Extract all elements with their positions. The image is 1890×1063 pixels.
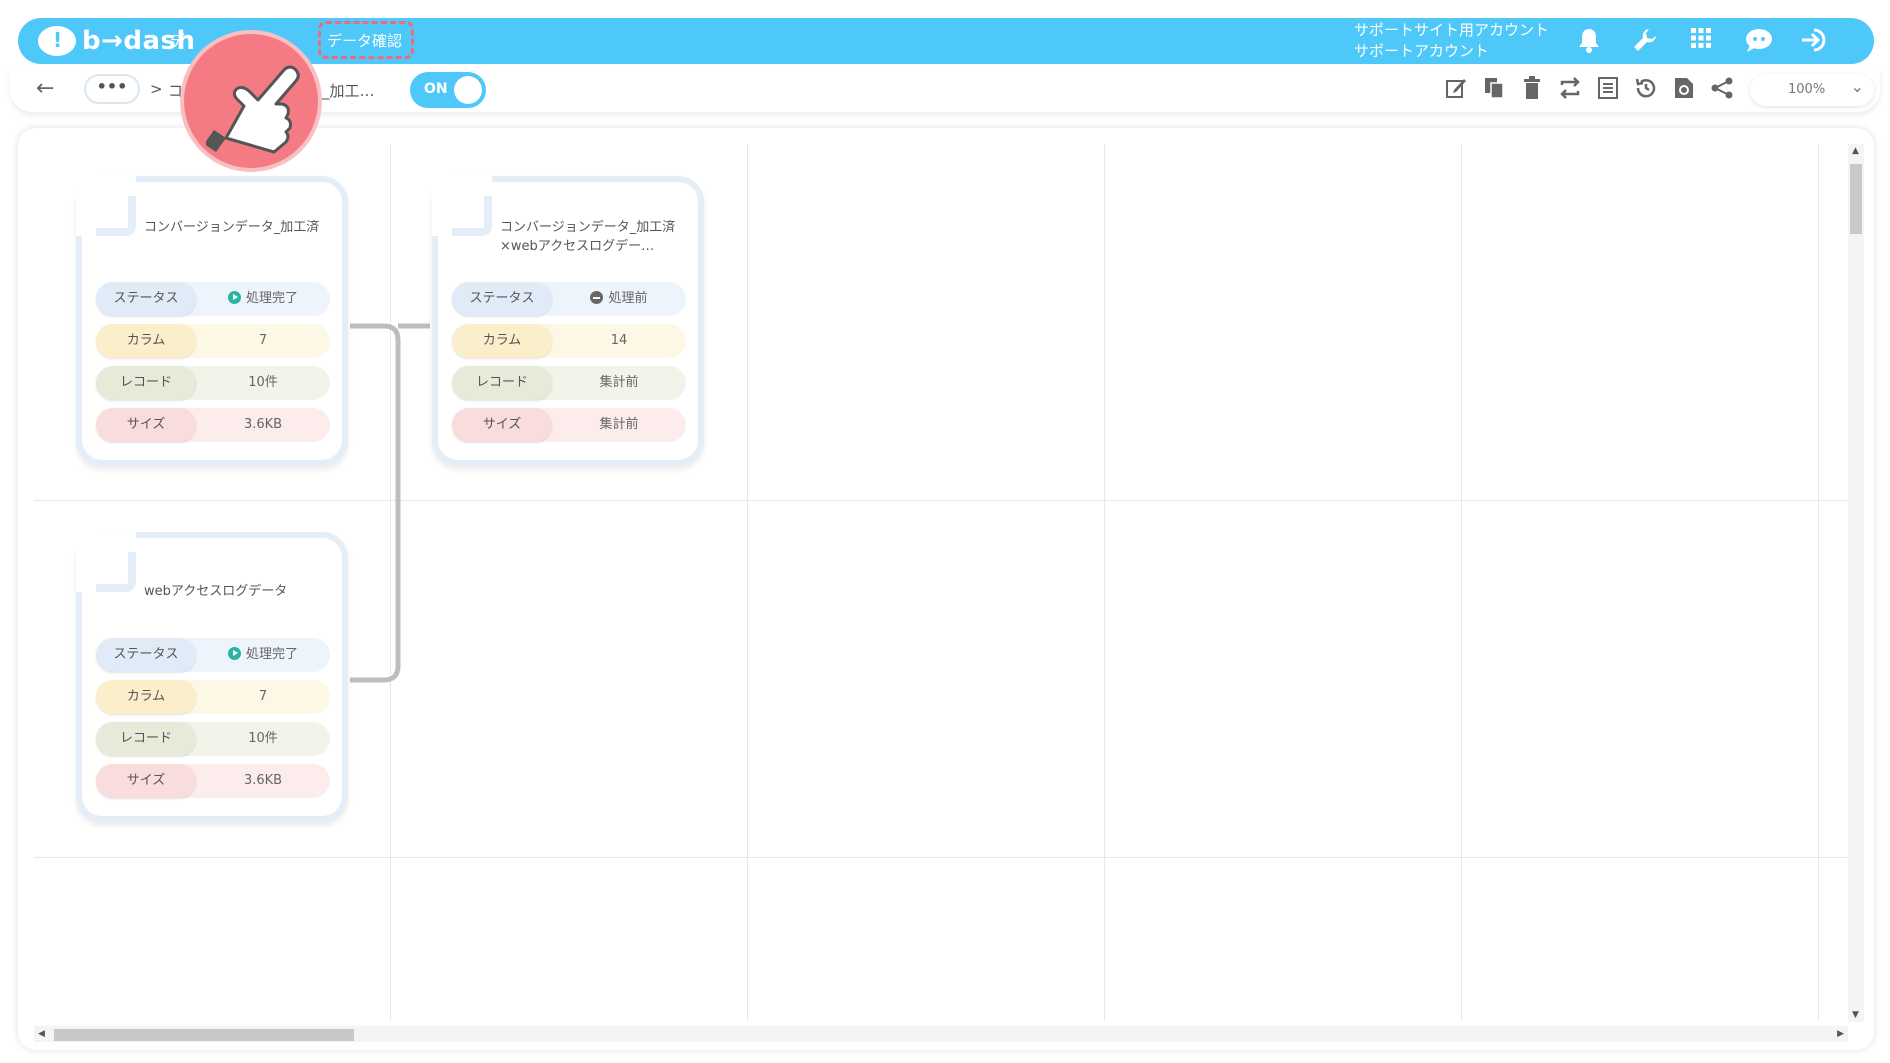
node-record-row: レコード 10件 — [96, 366, 330, 400]
columns-value: 14 — [610, 333, 628, 348]
size-value: 3.6KB — [243, 417, 283, 432]
status-label: ステータス — [96, 638, 196, 672]
node-corner-icon — [452, 196, 492, 236]
apps-grid-icon[interactable] — [1686, 27, 1716, 55]
back-arrow-icon[interactable]: ← — [36, 76, 54, 101]
status-value: 処理前 — [552, 282, 686, 316]
status-label: ステータス — [452, 282, 552, 316]
records-label: レコード — [452, 366, 552, 400]
size-label: サイズ — [452, 408, 552, 442]
size-value: 集計前 — [599, 417, 639, 432]
node-title: コンバージョンデータ_加工済 — [144, 220, 320, 235]
menu-item-data-check[interactable]: データ確認 — [327, 30, 402, 51]
node-status-row: ステータス 処理前 — [452, 282, 686, 316]
toggle-knob — [454, 76, 482, 104]
account-subname: サポートアカウント — [1354, 42, 1490, 60]
history-icon[interactable] — [1632, 76, 1660, 104]
pointer-hand-badge — [180, 30, 322, 172]
status-value: 処理完了 — [196, 638, 330, 672]
scroll-up-arrow-icon[interactable]: ▲ — [1852, 146, 1859, 156]
reload-icon[interactable] — [1670, 76, 1698, 104]
breadcrumb-more-button[interactable]: ••• — [84, 74, 140, 104]
node-corner-icon — [96, 552, 136, 592]
scroll-left-arrow-icon[interactable]: ◀ — [38, 1029, 45, 1039]
scroll-right-arrow-icon[interactable]: ▶ — [1837, 1029, 1844, 1039]
breadcrumb-separator: > — [150, 80, 163, 98]
node-status-row: ステータス 処理完了 — [96, 282, 330, 316]
on-off-toggle[interactable]: ON — [410, 72, 486, 108]
wrench-icon[interactable] — [1630, 27, 1660, 55]
node-column-row: カラム 7 — [96, 324, 330, 358]
records-value: 10件 — [248, 375, 278, 390]
bell-icon[interactable] — [1574, 27, 1604, 55]
node-column-row: カラム 7 — [96, 680, 330, 714]
data-node-card[interactable]: webアクセスログデータ ステータス 処理完了 カラム 7 レコード 10件 サ… — [76, 532, 348, 822]
pointing-hand-icon — [206, 65, 300, 154]
status-text: 処理完了 — [245, 291, 298, 306]
node-record-row: レコード 集計前 — [452, 366, 686, 400]
account-info[interactable]: サポートサイト用アカウント サポートアカウント — [1354, 20, 1549, 62]
columns-value: 7 — [258, 689, 268, 704]
node-title: webアクセスログデータ — [144, 584, 288, 599]
columns-label: カラム — [452, 324, 552, 358]
play-circle-icon — [227, 647, 241, 660]
data-node-card[interactable]: コンバージョンデータ_加工済 ステータス 処理完了 カラム 7 レコード 10件… — [76, 176, 348, 466]
node-corner-icon — [96, 196, 136, 236]
zoom-select[interactable]: 100% ⌄ — [1750, 74, 1874, 106]
trash-icon[interactable] — [1518, 76, 1546, 104]
status-label: ステータス — [96, 282, 196, 316]
logout-icon[interactable] — [1800, 27, 1830, 55]
node-status-row: ステータス 処理完了 — [96, 638, 330, 672]
breadcrumb-current: _加工… — [322, 82, 375, 100]
swap-icon[interactable] — [1556, 76, 1584, 104]
records-value: 10件 — [248, 731, 278, 746]
node-record-row: レコード 10件 — [96, 722, 330, 756]
columns-label: カラム — [96, 324, 196, 358]
minus-circle-icon — [590, 291, 604, 304]
menu-item-partial[interactable]: デ — [170, 30, 185, 51]
size-value: 3.6KB — [243, 773, 283, 788]
list-icon[interactable] — [1594, 76, 1622, 104]
zoom-value: 100% — [1788, 82, 1826, 97]
toggle-label: ON — [424, 81, 448, 97]
columns-label: カラム — [96, 680, 196, 714]
columns-value: 7 — [258, 333, 268, 348]
vertical-scrollbar[interactable]: ▲ ▼ — [1848, 144, 1864, 1022]
status-value: 処理完了 — [196, 282, 330, 316]
horizontal-scrollbar[interactable]: ◀ ▶ — [34, 1026, 1848, 1042]
workflow-canvas[interactable]: コンバージョンデータ_加工済 ステータス 処理完了 カラム 7 レコード 10件… — [18, 128, 1874, 1050]
status-text: 処理完了 — [245, 647, 298, 662]
scroll-down-arrow-icon[interactable]: ▼ — [1852, 1010, 1859, 1020]
node-column-row: カラム 14 — [452, 324, 686, 358]
records-value: 集計前 — [599, 375, 639, 390]
data-node-card[interactable]: コンバージョンデータ_加工済×webアクセスログデー… ステータス 処理前 カラ… — [432, 176, 704, 466]
chat-bot-icon[interactable] — [1744, 27, 1774, 55]
records-label: レコード — [96, 722, 196, 756]
chevron-down-icon: ⌄ — [1850, 77, 1864, 96]
node-size-row: サイズ 3.6KB — [96, 764, 330, 798]
logo-bubble-icon — [38, 26, 76, 56]
vertical-scroll-thumb[interactable] — [1850, 164, 1862, 234]
play-circle-icon — [227, 291, 241, 304]
status-text: 処理前 — [608, 291, 648, 306]
records-label: レコード — [96, 366, 196, 400]
copy-icon[interactable] — [1480, 76, 1508, 104]
size-label: サイズ — [96, 408, 196, 442]
node-size-row: サイズ 集計前 — [452, 408, 686, 442]
edit-icon[interactable] — [1442, 76, 1470, 104]
node-size-row: サイズ 3.6KB — [96, 408, 330, 442]
account-name: サポートサイト用アカウント — [1354, 21, 1550, 39]
node-title: コンバージョンデータ_加工済×webアクセスログデー… — [500, 220, 676, 254]
size-label: サイズ — [96, 764, 196, 798]
share-icon[interactable] — [1708, 76, 1736, 104]
horizontal-scroll-thumb[interactable] — [54, 1029, 354, 1041]
